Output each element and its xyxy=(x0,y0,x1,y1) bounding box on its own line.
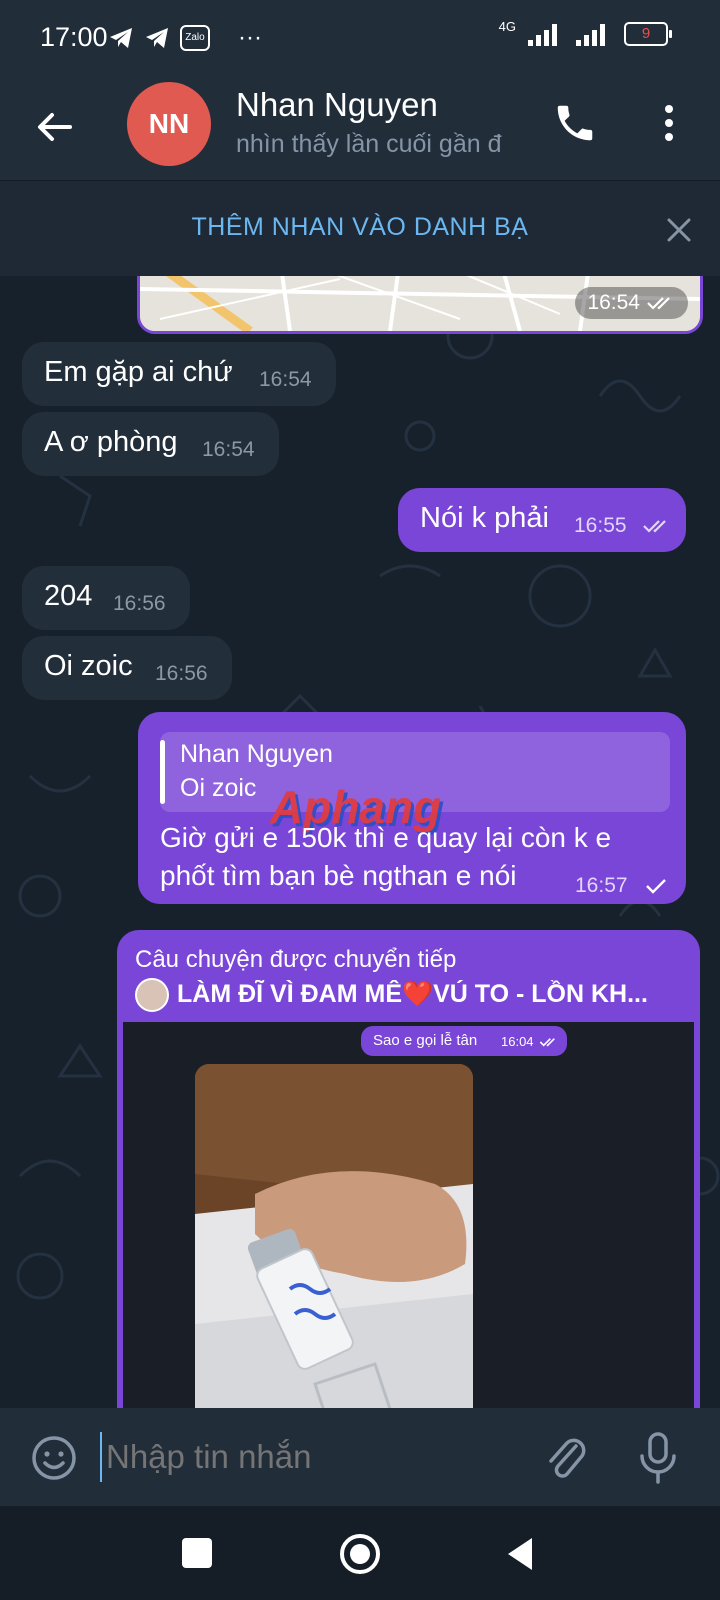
message-input-bar xyxy=(0,1408,720,1506)
embedded-message-text: Sao e gọi lễ tân xyxy=(373,1032,478,1049)
chat-header: NN Nhan Nguyen nhìn thấy lần cuối gần đ xyxy=(0,80,720,180)
message-text: Em gặp ai chứ xyxy=(44,356,233,388)
more-notifications-icon: ··· xyxy=(238,24,262,51)
forwarded-story-message[interactable]: Câu chuyện được chuyển tiếp LÀM ĐĨ VÌ ĐA… xyxy=(117,930,700,1408)
source-avatar xyxy=(135,978,169,1012)
incoming-message[interactable]: Oi zoic 16:56 xyxy=(22,636,232,700)
forward-source-name[interactable]: LÀM ĐĨ VÌ ĐAM MÊ❤️VÚ TO - LỒN KH... xyxy=(177,980,648,1009)
battery-level: 9 xyxy=(641,25,651,42)
embedded-message-chip: Sao e gọi lễ tân 16:04 xyxy=(361,1026,567,1056)
photo-thumbnail[interactable] xyxy=(195,1064,473,1408)
avatar[interactable]: NN xyxy=(127,82,211,166)
phone-icon xyxy=(557,105,593,141)
signal-icon xyxy=(528,24,557,46)
voice-record-button[interactable] xyxy=(636,1430,680,1486)
zalo-icon: Zalo xyxy=(180,25,210,51)
status-right: 4G 9 xyxy=(498,18,672,46)
back-nav-button[interactable] xyxy=(506,1536,536,1572)
story-media[interactable]: Sao e gọi lễ tân 16:04 xyxy=(123,1022,694,1408)
reply-accent-bar xyxy=(160,740,165,804)
message-time: 16:54 xyxy=(587,291,640,314)
message-text-line-2: phốt tìm bạn bè ngthan e nói xyxy=(160,860,517,891)
hand-holding-key-image xyxy=(195,1064,473,1408)
system-nav-bar xyxy=(0,1506,720,1600)
home-icon-dot xyxy=(350,1544,370,1564)
status-bar: 17:00 Zalo ··· 4G 9 xyxy=(0,0,720,80)
message-time: 16:56 xyxy=(155,662,208,685)
emoji-button[interactable] xyxy=(30,1434,78,1482)
location-message[interactable]: 16:54 xyxy=(137,276,703,334)
more-options-button[interactable] xyxy=(654,100,684,146)
message-text: 204 xyxy=(44,580,93,612)
call-button[interactable] xyxy=(552,100,598,146)
reply-author: Nhan Nguyen xyxy=(180,740,333,768)
message-text: A ơ phòng xyxy=(44,426,178,458)
home-button[interactable] xyxy=(340,1534,380,1574)
recents-button[interactable] xyxy=(182,1538,212,1568)
reply-preview[interactable]: Nhan Nguyen Oi zoic Aphang xyxy=(160,732,670,833)
notification-icons: Zalo ··· xyxy=(108,24,262,52)
message-time: 16:54 xyxy=(202,438,255,461)
banner-close-button[interactable] xyxy=(664,215,694,245)
battery-icon: 9 xyxy=(624,22,672,46)
arrow-left-icon xyxy=(38,113,72,141)
embedded-message-time: 16:04 xyxy=(501,1034,534,1049)
message-input[interactable] xyxy=(100,1432,526,1482)
message-text-line-1: Giờ gửi e 150k thì e quay lại còn k e xyxy=(160,822,612,853)
emoji-icon xyxy=(32,1436,76,1480)
close-icon xyxy=(667,218,691,242)
paperclip-icon xyxy=(549,1438,586,1478)
microphone-icon xyxy=(640,1432,676,1484)
message-time: 16:54 xyxy=(259,368,312,391)
add-contact-banner: THÊM NHAN VÀO DANH BẠ xyxy=(0,180,720,277)
incoming-message[interactable]: A ơ phòng 16:54 xyxy=(22,412,279,476)
add-contact-link[interactable]: THÊM NHAN VÀO DANH BẠ xyxy=(0,213,720,242)
check-icon xyxy=(646,879,666,894)
message-time: 16:55 xyxy=(574,514,627,537)
outgoing-message[interactable]: Nói k phải 16:55 xyxy=(398,488,686,552)
double-check-icon xyxy=(647,297,670,310)
telegram-icon xyxy=(146,28,168,48)
chat-area[interactable]: 16:54 Em gặp ai chứ 16:54 A ơ phòng 16:5… xyxy=(0,276,720,1408)
incoming-message[interactable]: 204 16:56 xyxy=(22,566,190,630)
avatar-initials: NN xyxy=(148,108,190,139)
contact-name[interactable]: Nhan Nguyen xyxy=(236,86,438,124)
double-check-icon xyxy=(539,1038,555,1047)
status-time: 17:00 xyxy=(40,22,108,52)
message-time: 16:57 xyxy=(575,874,628,897)
back-button[interactable] xyxy=(30,102,80,152)
message-time: 16:56 xyxy=(113,592,166,615)
incoming-message[interactable]: Em gặp ai chứ 16:54 xyxy=(22,342,336,406)
outgoing-reply-message[interactable]: Nhan Nguyen Oi zoic Aphang Giờ gửi e 150… xyxy=(138,712,686,904)
network-type: 4G xyxy=(498,18,516,34)
attach-button[interactable] xyxy=(542,1432,590,1484)
more-vertical-icon xyxy=(665,105,673,141)
signal-icon xyxy=(576,24,605,46)
telegram-icon xyxy=(110,28,132,48)
last-seen-status: nhìn thấy lần cuối gần đ xyxy=(236,130,502,158)
reply-text: Oi zoic xyxy=(180,774,257,802)
message-text: Oi zoic xyxy=(44,650,133,682)
forwarded-label: Câu chuyện được chuyển tiếp xyxy=(135,946,457,973)
double-check-icon xyxy=(643,520,666,533)
message-text: Nói k phải xyxy=(420,502,549,534)
triangle-back-icon xyxy=(508,1538,532,1570)
message-meta: 16:54 xyxy=(575,287,688,319)
